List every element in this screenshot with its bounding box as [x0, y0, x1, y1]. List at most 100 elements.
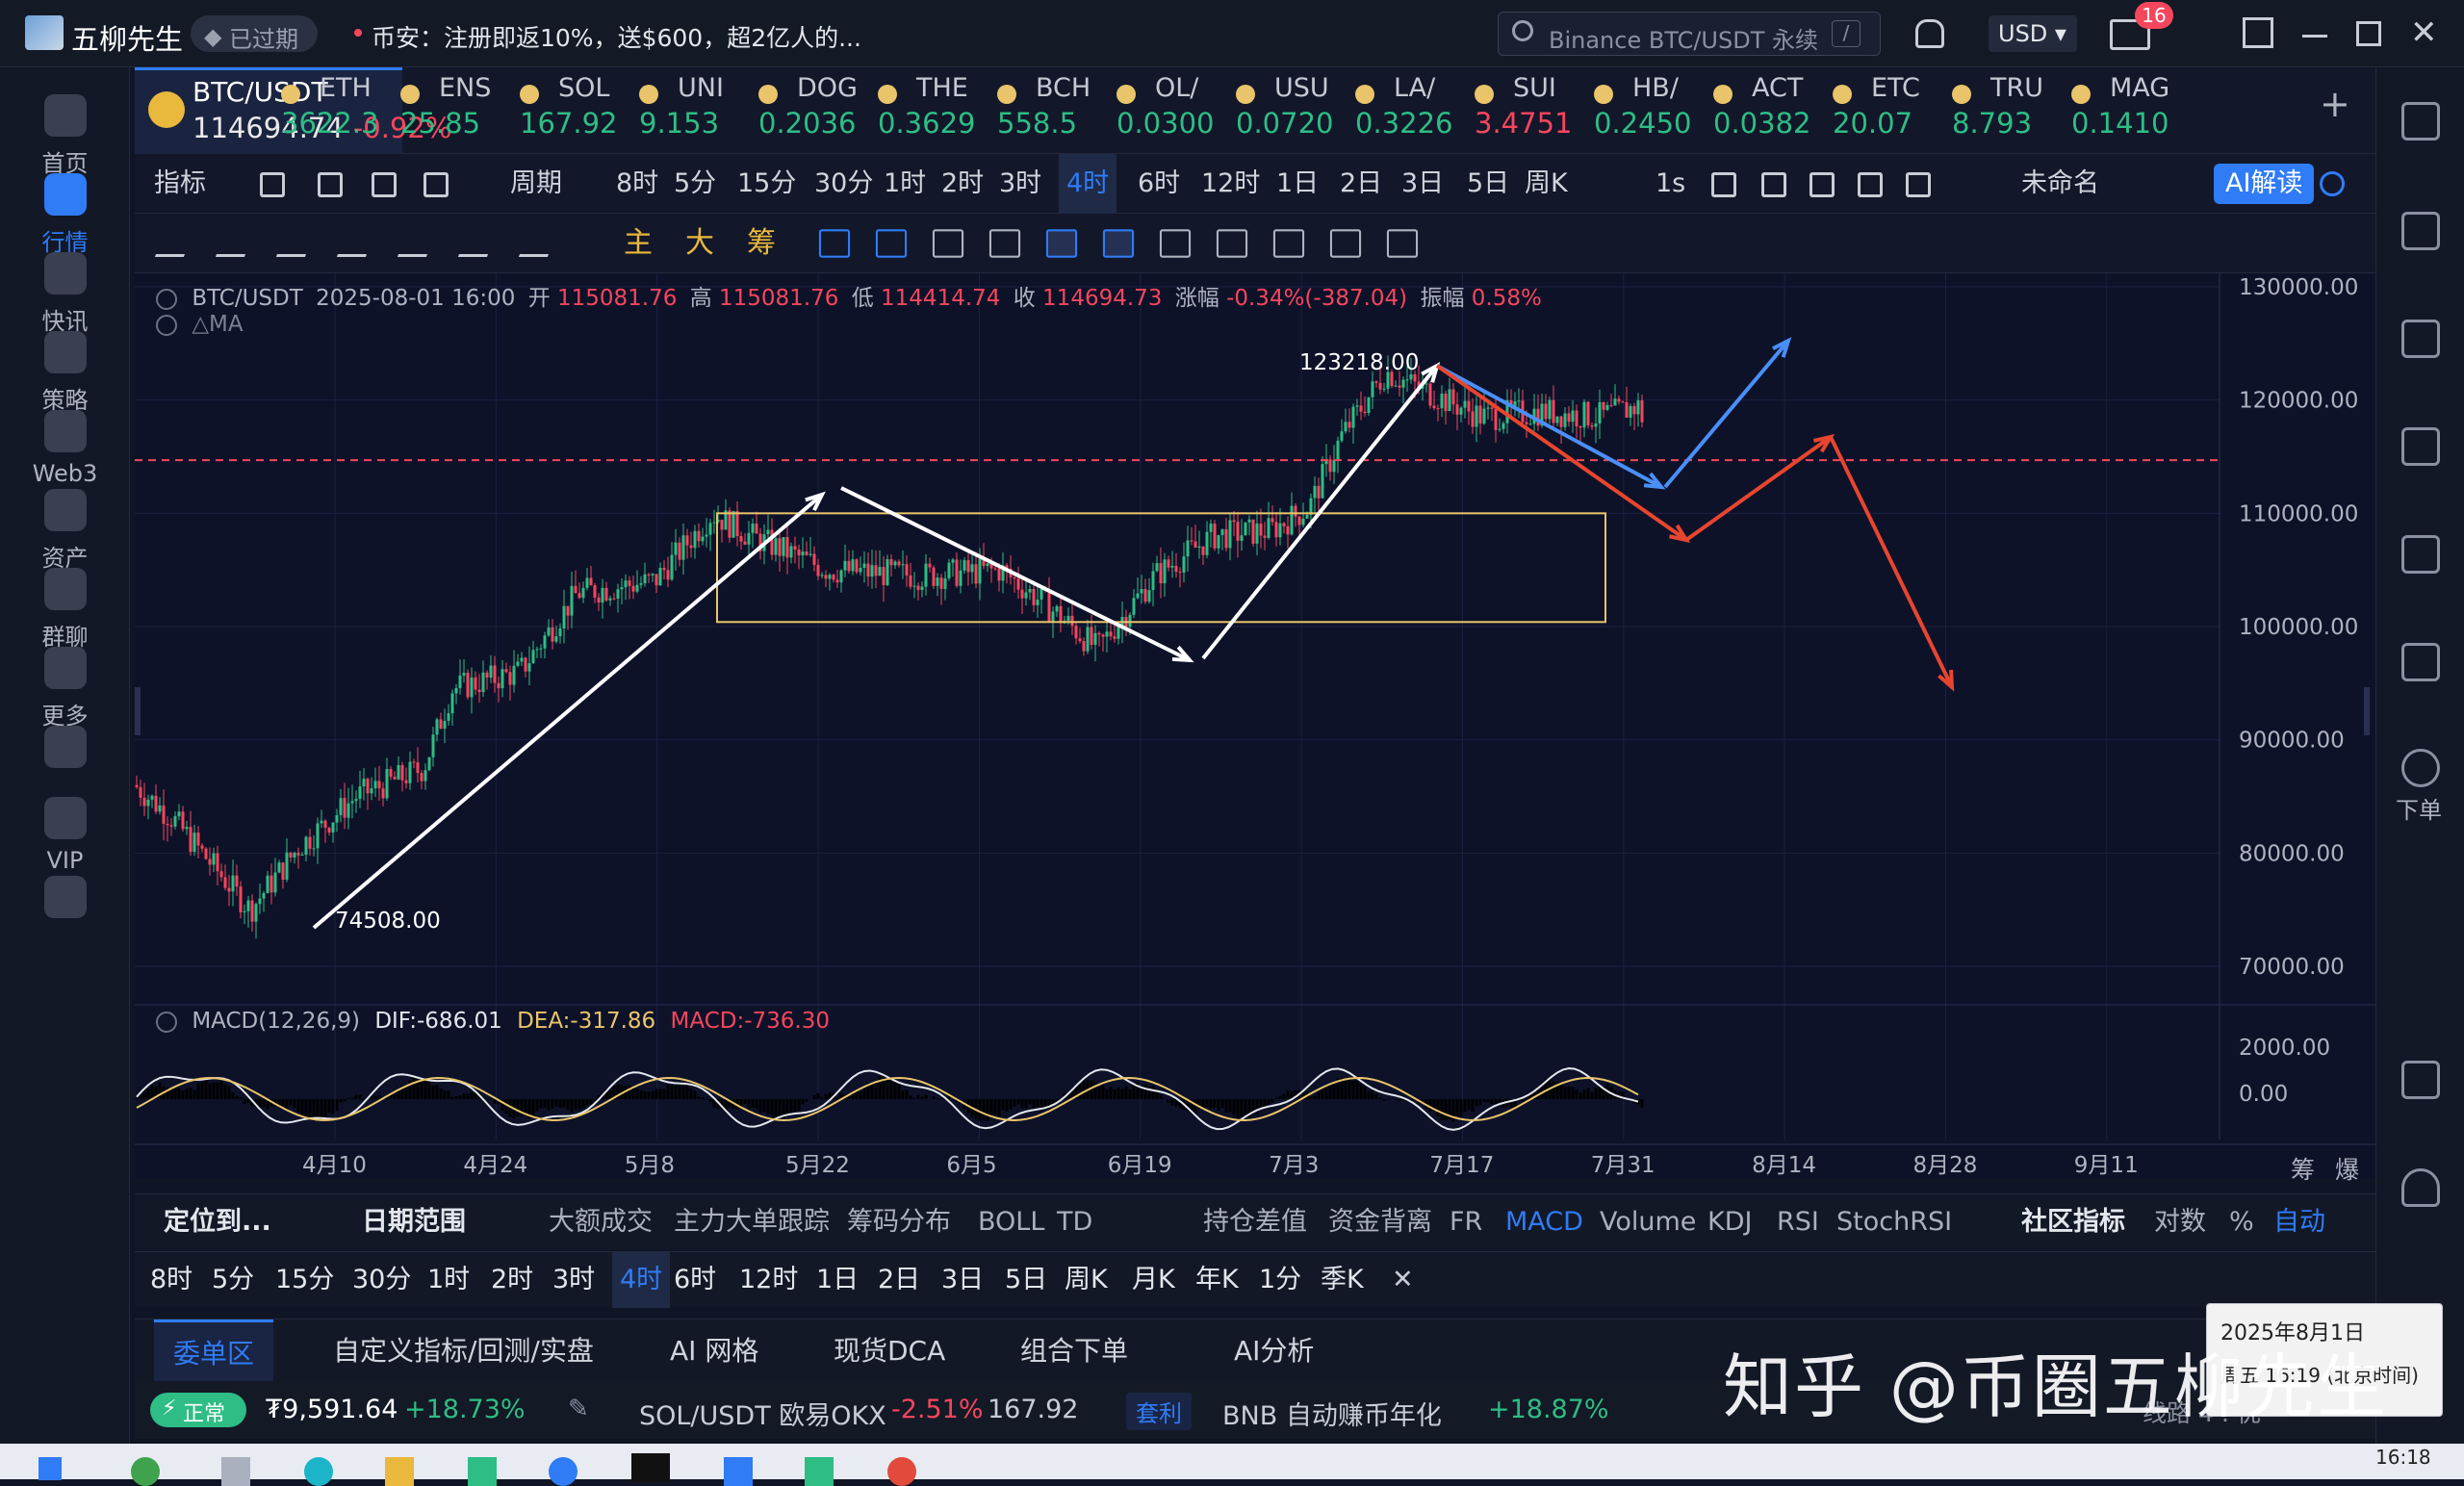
- nav-item[interactable]: [0, 876, 130, 926]
- filter-icon[interactable]: [1330, 229, 1361, 257]
- corner-label[interactable]: 筹: [2291, 1151, 2315, 1186]
- interval-3时[interactable]: 3时: [552, 1252, 595, 1308]
- indicator-1[interactable]: 日期范围: [362, 1194, 466, 1250]
- indicator-tab-0[interactable]: 主: [624, 214, 653, 273]
- eye-icon[interactable]: [156, 315, 177, 336]
- panel-tab-3[interactable]: 现货DCA: [814, 1319, 964, 1382]
- interval-5分[interactable]: 5分: [212, 1252, 254, 1308]
- indicator-15[interactable]: 社区指标: [2021, 1194, 2125, 1250]
- arbitrage-tag[interactable]: 套利: [1126, 1393, 1192, 1430]
- panel-tab-5[interactable]: AI分析: [1215, 1319, 1333, 1382]
- more-tools-icon[interactable]: [519, 230, 557, 257]
- indicator-0[interactable]: 定位到...: [164, 1194, 271, 1250]
- interval-1日[interactable]: 1日: [816, 1252, 859, 1308]
- headset-icon[interactable]: [2401, 1168, 2440, 1207]
- pair-name[interactable]: SOL/USDT 欧易OKX: [639, 1395, 886, 1432]
- interval-2日[interactable]: 2日: [878, 1252, 920, 1308]
- interval-6时[interactable]: 6时: [674, 1252, 716, 1308]
- period-dropdown[interactable]: 周期: [510, 154, 562, 214]
- indicator-5[interactable]: BOLL: [978, 1194, 1044, 1250]
- indicator-16[interactable]: 对数: [2154, 1194, 2206, 1250]
- indicator-tab-2[interactable]: 筹: [747, 214, 776, 273]
- close-icon[interactable]: ✕: [2410, 13, 2438, 52]
- candlestick-chart[interactable]: 130000.00120000.00110000.00100000.009000…: [135, 273, 2375, 1178]
- taskbar-app-icon[interactable]: [304, 1457, 333, 1486]
- interval-6时[interactable]: 6时: [1138, 154, 1180, 214]
- indicator-button[interactable]: 指标: [154, 154, 206, 214]
- ticker-item[interactable]: THE0.3629: [878, 73, 986, 150]
- ticker-item[interactable]: UNI9.153: [639, 73, 747, 150]
- order-label[interactable]: 下单: [2396, 791, 2442, 825]
- indicator-12[interactable]: KDJ: [1707, 1194, 1752, 1250]
- nav-item[interactable]: 更多: [0, 647, 130, 730]
- interval-4时[interactable]: 4时: [612, 1252, 670, 1308]
- layout-name-dropdown[interactable]: 未命名: [2021, 154, 2099, 214]
- interval-12时[interactable]: 12时: [739, 1252, 798, 1308]
- interval-1日[interactable]: 1日: [1276, 154, 1319, 214]
- compare-icon[interactable]: [876, 229, 907, 257]
- replay-icon[interactable]: [372, 154, 397, 214]
- close-icon[interactable]: ✕: [1392, 1252, 1414, 1308]
- interval-1时[interactable]: 1时: [427, 1252, 470, 1308]
- pen-icon[interactable]: [1761, 154, 1786, 214]
- indicator-10[interactable]: MACD: [1505, 1194, 1583, 1250]
- start-icon[interactable]: [38, 1457, 62, 1480]
- interval-15分[interactable]: 15分: [737, 154, 796, 214]
- camera-icon[interactable]: [1711, 154, 1736, 214]
- nav-item[interactable]: [0, 726, 130, 776]
- ray-tool-icon[interactable]: [337, 230, 375, 257]
- nav-item[interactable]: 行情: [0, 173, 130, 257]
- bell-icon[interactable]: [1915, 19, 1944, 48]
- ruler-icon[interactable]: [989, 229, 1020, 257]
- ticker-item[interactable]: SOL167.92: [520, 73, 628, 150]
- panel-icon[interactable]: [2401, 1061, 2440, 1099]
- dollar-icon[interactable]: [2401, 320, 2440, 358]
- corner-label[interactable]: 爆: [2335, 1151, 2359, 1186]
- interval-2时[interactable]: 2时: [941, 154, 984, 214]
- crop-icon[interactable]: [1810, 154, 1835, 214]
- etf-icon[interactable]: [2401, 643, 2440, 681]
- panel-tab-4[interactable]: 组合下单: [1001, 1319, 1147, 1382]
- earn-label[interactable]: BNB 自动赚币年化: [1222, 1395, 1442, 1432]
- copy-icon[interactable]: [933, 229, 963, 257]
- taskbar-app-icon[interactable]: [131, 1457, 160, 1486]
- layout-icon[interactable]: [2243, 17, 2273, 48]
- nav-item[interactable]: 群聊: [0, 568, 130, 652]
- interval-1s[interactable]: 1s: [1656, 154, 1685, 214]
- interval-2时[interactable]: 2时: [491, 1252, 533, 1308]
- ticker-item[interactable]: ACT0.0382: [1713, 73, 1821, 150]
- parallel-tool-icon[interactable]: [216, 230, 254, 257]
- trend-icon[interactable]: [2401, 427, 2440, 466]
- nav-item[interactable]: 策略: [0, 331, 130, 415]
- indicator-7[interactable]: 持仓差值: [1203, 1194, 1307, 1250]
- eye-icon[interactable]: [156, 1012, 177, 1033]
- magnet-icon[interactable]: [1273, 229, 1304, 257]
- interval-30分[interactable]: 30分: [814, 154, 873, 214]
- calendar-icon[interactable]: [260, 154, 285, 214]
- expired-badge[interactable]: ◆ 已过期: [191, 15, 318, 52]
- interval-30分[interactable]: 30分: [352, 1252, 411, 1308]
- ticker-item[interactable]: OL/0.0300: [1116, 73, 1224, 150]
- taskbar-app-icon[interactable]: [724, 1457, 753, 1486]
- interval-8时[interactable]: 8时: [616, 154, 658, 214]
- interval-3日[interactable]: 3日: [1401, 154, 1444, 214]
- nav-item[interactable]: 资产: [0, 489, 130, 573]
- restore-icon[interactable]: [2356, 21, 2381, 46]
- taskbar-app-icon[interactable]: [631, 1453, 670, 1482]
- share-icon[interactable]: [2320, 171, 2345, 196]
- ticker-item[interactable]: TRU8.793: [1952, 73, 2060, 150]
- news-ticker[interactable]: 币安：注册即返10%，送$600，超2亿人的...: [372, 19, 861, 54]
- interval-5日[interactable]: 5日: [1005, 1252, 1047, 1308]
- taskbar-app-icon[interactable]: [385, 1457, 414, 1486]
- ticker-item[interactable]: ETC20.07: [1833, 73, 1940, 150]
- interval-周K[interactable]: 周K: [1525, 154, 1568, 214]
- panel-tab-1[interactable]: 自定义指标/回测/实盘: [314, 1319, 613, 1382]
- taskbar-app-icon[interactable]: [887, 1457, 916, 1486]
- taskbar-app-icon[interactable]: [468, 1457, 497, 1486]
- edit-icon[interactable]: ✎: [568, 1395, 589, 1423]
- minimize-icon[interactable]: [2302, 35, 2327, 38]
- trash-icon[interactable]: [1387, 229, 1418, 257]
- rect-tool-icon[interactable]: [398, 230, 436, 257]
- indicator-tab-1[interactable]: 大: [685, 214, 714, 273]
- chart-type-icon[interactable]: [424, 154, 449, 214]
